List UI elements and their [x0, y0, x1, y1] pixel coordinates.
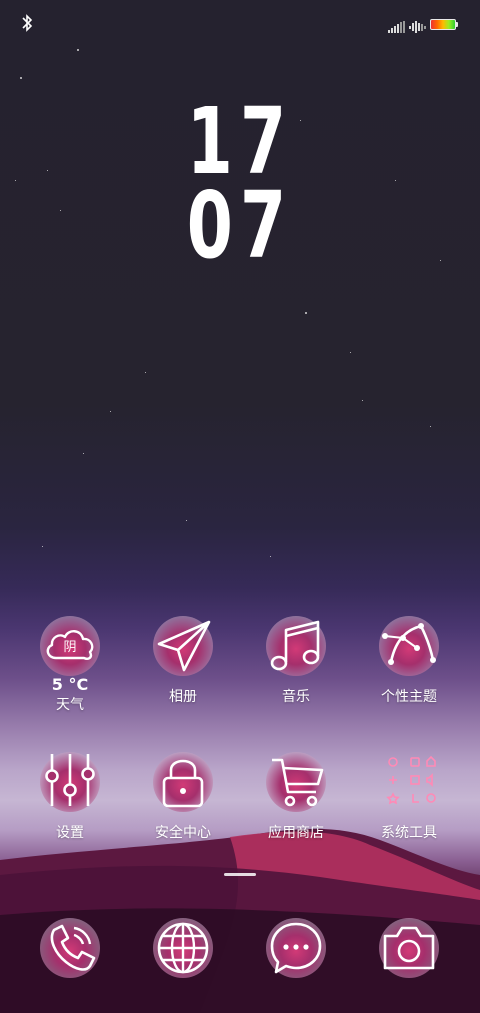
message-icon [270, 922, 322, 974]
sliders-icon [45, 754, 95, 806]
battery-icon [430, 19, 456, 30]
dock-messages[interactable] [241, 916, 351, 980]
page-indicator [224, 873, 256, 876]
dock-browser[interactable] [128, 916, 238, 980]
app-system-tools[interactable]: 系统工具 [354, 750, 464, 842]
app-music[interactable]: 音乐 [241, 614, 351, 706]
app-label: 天气 [56, 697, 84, 713]
app-settings[interactable]: 设置 [15, 750, 125, 842]
status-bar [0, 12, 480, 36]
battery-tip [456, 22, 458, 27]
weather-temperature: 5 °C [51, 675, 89, 694]
app-label: 安全中心 [155, 825, 211, 841]
lock-icon [162, 759, 204, 808]
clock-minutes: 07 [186, 172, 294, 279]
bluetooth-icon [20, 14, 34, 36]
weather-condition: 阴 [63, 640, 77, 655]
phone-icon [50, 924, 96, 971]
bezier-curve-icon [382, 623, 436, 665]
app-gallery[interactable]: 相册 [128, 614, 238, 706]
dock-camera[interactable] [354, 916, 464, 980]
folder-grid-icon [386, 755, 436, 805]
app-label: 音乐 [282, 689, 310, 705]
shopping-cart-icon [272, 758, 324, 807]
paper-plane-icon [157, 620, 211, 672]
app-label: 系统工具 [381, 825, 437, 841]
signal-strength-icon [388, 18, 406, 37]
app-weather[interactable]: 阴 5 °C 天气 [15, 614, 125, 714]
dock-phone[interactable] [15, 916, 125, 980]
app-label: 应用商店 [268, 825, 324, 841]
app-label: 相册 [169, 689, 197, 705]
app-label: 设置 [56, 825, 84, 841]
globe-icon [157, 922, 209, 974]
app-label: 个性主题 [381, 689, 437, 705]
app-themes[interactable]: 个性主题 [354, 614, 464, 706]
app-store[interactable]: 应用商店 [241, 750, 351, 842]
camera-icon [383, 926, 435, 970]
signal-strength-icon [409, 18, 427, 37]
app-security[interactable]: 安全中心 [128, 750, 238, 842]
music-note-icon [270, 620, 320, 671]
desert-dunes [0, 815, 480, 1013]
